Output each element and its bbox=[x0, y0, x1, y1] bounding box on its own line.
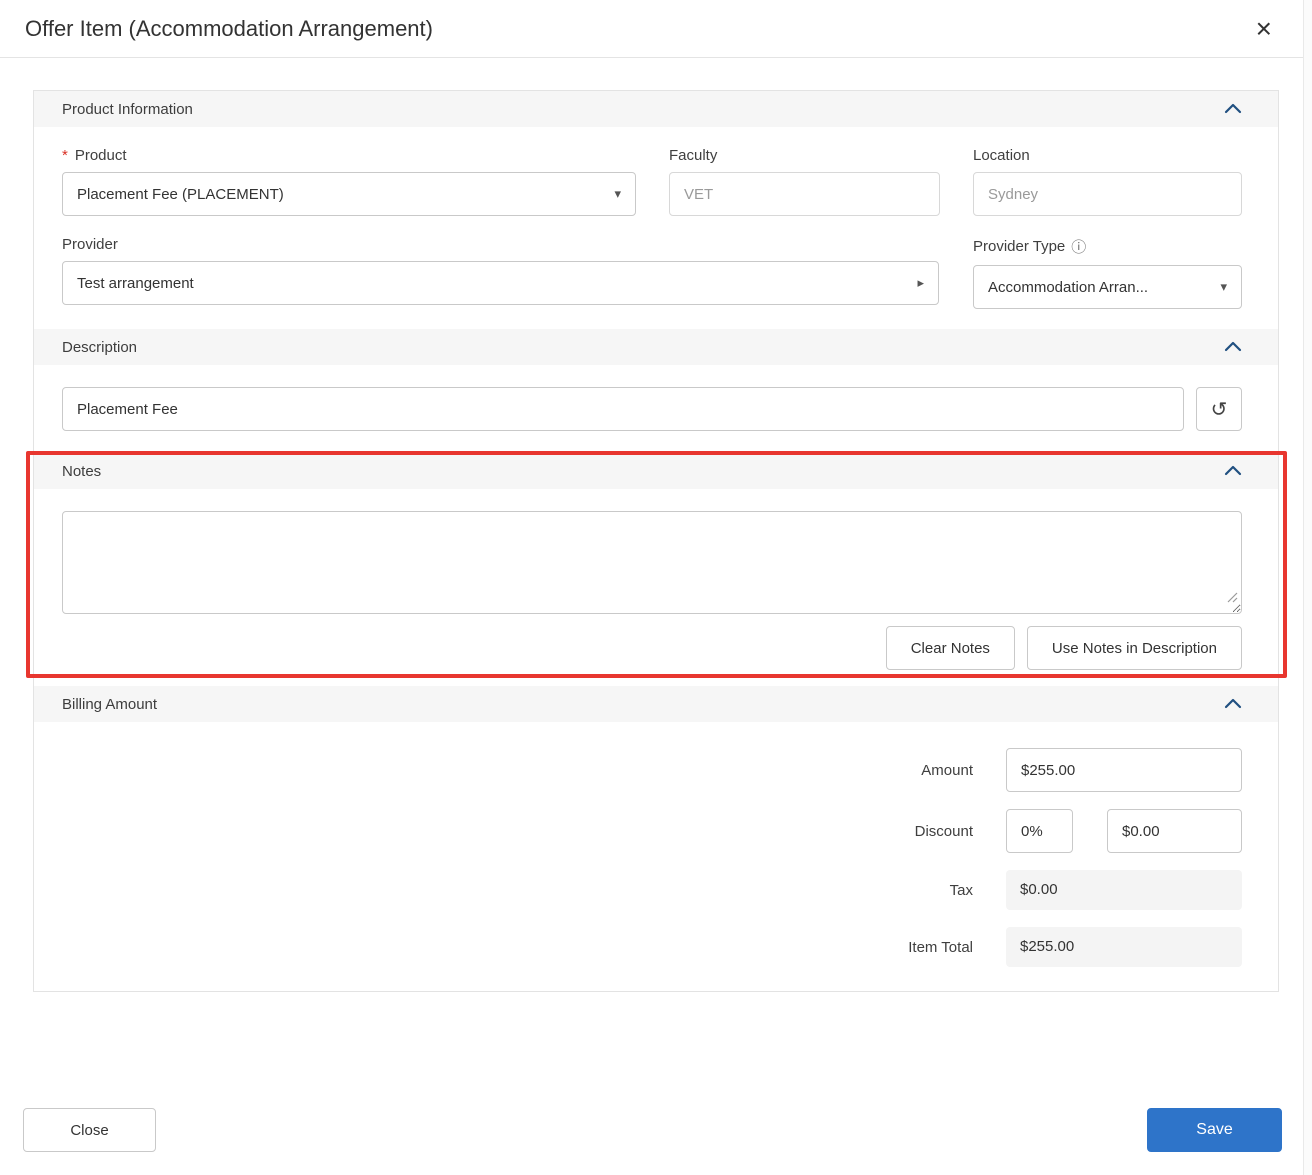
chevron-right-icon: ▸ bbox=[917, 275, 924, 291]
provider-type-label: Provider Type ⓘ bbox=[973, 236, 1242, 257]
required-mark: * bbox=[62, 147, 68, 164]
section-header-description[interactable]: Description bbox=[34, 329, 1278, 365]
product-row-2: Provider Test arrangement ▸ Provider Typ… bbox=[62, 236, 1242, 309]
faculty-field: Faculty bbox=[669, 147, 940, 216]
discount-row: Discount bbox=[62, 809, 1242, 853]
item-total-value: $255.00 bbox=[1006, 927, 1242, 967]
section-title: Billing Amount bbox=[62, 696, 157, 713]
chevron-down-icon: ▾ bbox=[614, 186, 621, 202]
form-card: Product Information *Product Placement F… bbox=[33, 90, 1279, 992]
notes-body: Clear Notes Use Notes in Description bbox=[34, 489, 1278, 686]
item-total-row: Item Total $255.00 bbox=[62, 927, 1242, 967]
tax-value: $0.00 bbox=[1006, 870, 1242, 910]
close-button[interactable]: Close bbox=[23, 1108, 156, 1152]
amount-row: Amount bbox=[62, 748, 1242, 792]
description-body: ↺ bbox=[34, 365, 1278, 453]
chevron-up-icon[interactable] bbox=[1224, 339, 1242, 356]
amount-input[interactable] bbox=[1006, 748, 1242, 792]
section-title: Description bbox=[62, 339, 137, 356]
scrollbar[interactable] bbox=[1303, 0, 1312, 1175]
section-product-information: Product Information *Product Placement F… bbox=[34, 91, 1278, 329]
amount-label: Amount bbox=[921, 762, 973, 779]
notes-actions: Clear Notes Use Notes in Description bbox=[62, 626, 1242, 670]
faculty-label: Faculty bbox=[669, 147, 940, 164]
history-icon[interactable]: ↺ bbox=[1196, 387, 1242, 431]
provider-type-select-value: Accommodation Arran... bbox=[988, 279, 1148, 296]
product-row-1: *Product Placement Fee (PLACEMENT) ▾ Fac… bbox=[62, 147, 1242, 216]
provider-label: Provider bbox=[62, 236, 939, 253]
location-label: Location bbox=[973, 147, 1242, 164]
product-information-body: *Product Placement Fee (PLACEMENT) ▾ Fac… bbox=[34, 127, 1278, 329]
billing-body: Amount Discount Tax $0.00 bbox=[34, 722, 1278, 991]
close-icon[interactable]: × bbox=[1256, 15, 1272, 43]
discount-amount-input[interactable] bbox=[1107, 809, 1242, 853]
description-input[interactable] bbox=[62, 387, 1184, 431]
chevron-down-icon: ▾ bbox=[1220, 279, 1227, 295]
chevron-up-icon[interactable] bbox=[1224, 696, 1242, 713]
chevron-up-icon[interactable] bbox=[1224, 101, 1242, 118]
section-header-billing-amount[interactable]: Billing Amount bbox=[34, 686, 1278, 722]
section-header-product-information[interactable]: Product Information bbox=[34, 91, 1278, 127]
amount-field bbox=[1006, 748, 1242, 792]
info-icon: ⓘ bbox=[1071, 236, 1086, 257]
notes-textarea[interactable] bbox=[62, 511, 1242, 614]
modal-title: Offer Item (Accommodation Arrangement) bbox=[25, 16, 433, 42]
notes-textarea-wrap bbox=[62, 511, 1242, 614]
tax-label: Tax bbox=[950, 882, 973, 899]
offer-item-modal: Offer Item (Accommodation Arrangement) ×… bbox=[0, 0, 1312, 992]
section-description: Description ↺ bbox=[34, 329, 1278, 453]
location-input[interactable] bbox=[973, 172, 1242, 216]
product-select[interactable]: Placement Fee (PLACEMENT) ▾ bbox=[62, 172, 636, 216]
provider-type-select[interactable]: Accommodation Arran... ▾ bbox=[973, 265, 1242, 309]
discount-field bbox=[1006, 809, 1242, 853]
provider-type-field: Provider Type ⓘ Accommodation Arran... ▾ bbox=[973, 236, 1242, 309]
faculty-input[interactable] bbox=[669, 172, 940, 216]
section-title: Notes bbox=[62, 463, 101, 480]
discount-percent-input[interactable] bbox=[1006, 809, 1073, 853]
section-header-notes[interactable]: Notes bbox=[34, 453, 1278, 489]
location-field: Location bbox=[973, 147, 1242, 216]
clear-notes-button[interactable]: Clear Notes bbox=[886, 626, 1015, 670]
provider-field: Provider Test arrangement ▸ bbox=[62, 236, 939, 309]
provider-lookup-value: Test arrangement bbox=[77, 275, 194, 292]
modal-footer: Close Save bbox=[23, 1108, 1282, 1152]
product-label: *Product bbox=[62, 147, 636, 164]
modal-header: Offer Item (Accommodation Arrangement) × bbox=[0, 0, 1312, 58]
tax-row: Tax $0.00 bbox=[62, 870, 1242, 910]
section-notes: Notes Clear Notes Use Notes in Descripti… bbox=[34, 453, 1278, 686]
chevron-up-icon[interactable] bbox=[1224, 463, 1242, 480]
section-title: Product Information bbox=[62, 101, 193, 118]
use-notes-in-description-button[interactable]: Use Notes in Description bbox=[1027, 626, 1242, 670]
product-select-value: Placement Fee (PLACEMENT) bbox=[77, 186, 284, 203]
product-field: *Product Placement Fee (PLACEMENT) ▾ bbox=[62, 147, 636, 216]
item-total-label: Item Total bbox=[908, 939, 973, 956]
save-button[interactable]: Save bbox=[1147, 1108, 1282, 1152]
section-billing-amount: Billing Amount Amount Discount bbox=[34, 686, 1278, 991]
provider-lookup[interactable]: Test arrangement ▸ bbox=[62, 261, 939, 305]
discount-label: Discount bbox=[915, 823, 973, 840]
